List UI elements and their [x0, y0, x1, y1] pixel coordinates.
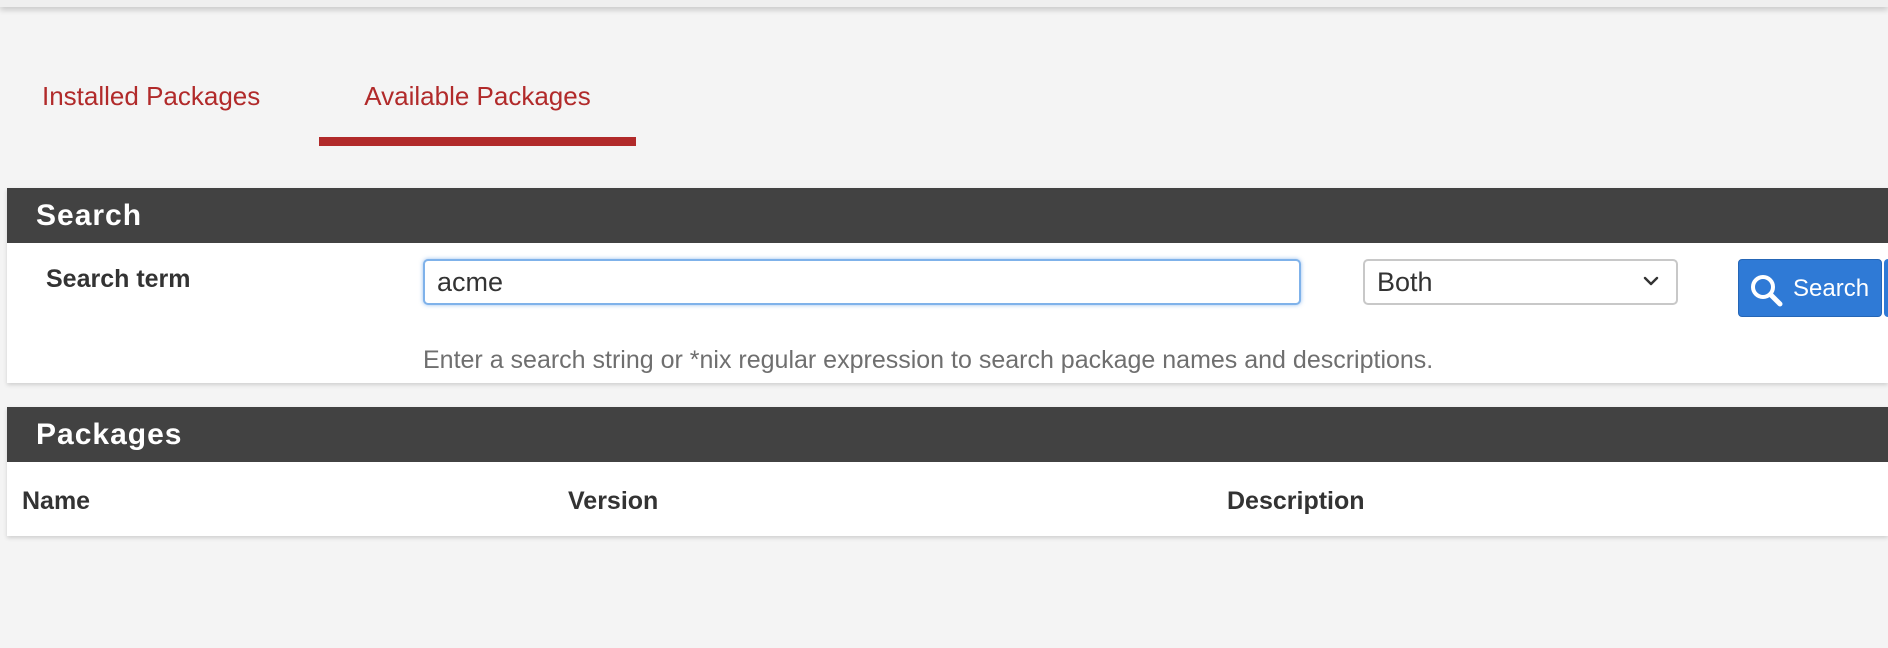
- adjacent-button-edge[interactable]: [1884, 259, 1888, 317]
- chevron-down-icon: [1643, 276, 1659, 286]
- search-scope-select[interactable]: Both: [1363, 259, 1678, 305]
- search-panel-heading: Search: [7, 188, 1888, 243]
- search-icon: [1751, 275, 1783, 307]
- tab-available-packages[interactable]: Available Packages: [319, 60, 636, 146]
- packages-panel: Packages Name Version Description: [7, 407, 1888, 536]
- search-term-label: Search term: [46, 265, 191, 293]
- column-header-name: Name: [22, 487, 91, 515]
- column-header-description: Description: [1227, 487, 1365, 515]
- top-navbar-edge: [0, 0, 1888, 7]
- column-header-version: Version: [568, 487, 659, 515]
- search-input[interactable]: [423, 259, 1301, 305]
- search-help-text: Enter a search string or *nix regular ex…: [423, 346, 1434, 374]
- search-button[interactable]: Search: [1738, 259, 1882, 317]
- packages-panel-heading: Packages: [7, 407, 1888, 462]
- search-scope-value: Both: [1377, 267, 1433, 297]
- search-panel: Search Search term Both Search Enter a s…: [7, 188, 1888, 383]
- search-button-label: Search: [1793, 275, 1870, 302]
- tab-installed-packages[interactable]: Installed Packages: [42, 60, 260, 146]
